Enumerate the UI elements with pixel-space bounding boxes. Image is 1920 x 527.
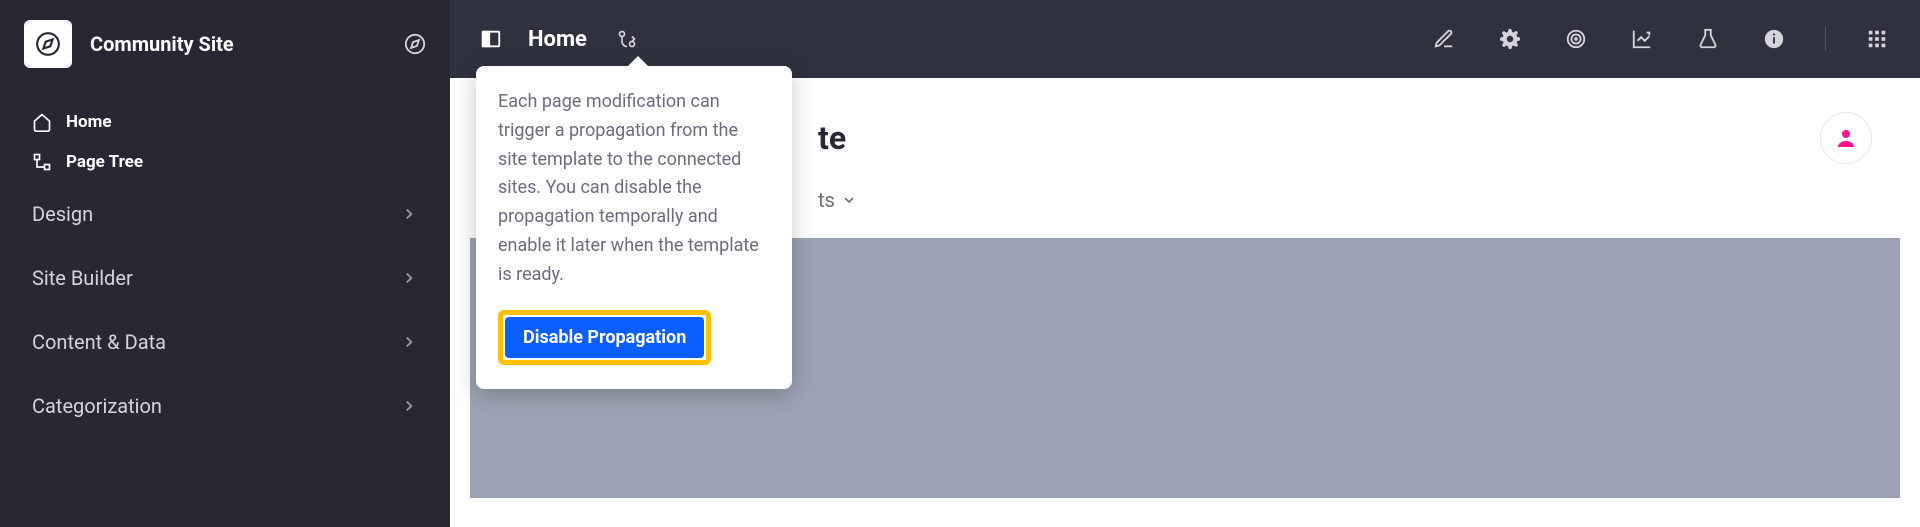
chevron-right-icon bbox=[400, 205, 418, 223]
compass-secondary-icon[interactable] bbox=[404, 33, 426, 55]
sidebar-nav: Home Page Tree Design Site Builder Conte… bbox=[0, 88, 450, 438]
section-label: Design bbox=[32, 202, 93, 226]
gear-icon[interactable] bbox=[1499, 28, 1521, 50]
popover-button-highlight: Disable Propagation bbox=[498, 310, 711, 365]
propagation-icon[interactable] bbox=[617, 29, 637, 49]
chevron-down-icon bbox=[841, 192, 857, 208]
home-icon bbox=[32, 112, 52, 132]
compass-icon bbox=[35, 31, 61, 57]
content-subheader[interactable]: ts bbox=[770, 182, 1920, 238]
nav-label: Home bbox=[66, 112, 112, 132]
content-title-fragment: te bbox=[818, 119, 846, 157]
flask-icon[interactable] bbox=[1697, 28, 1719, 50]
section-categorization[interactable]: Categorization bbox=[0, 374, 450, 438]
section-label: Content & Data bbox=[32, 330, 166, 354]
chevron-right-icon bbox=[400, 333, 418, 351]
nav-item-page-tree[interactable]: Page Tree bbox=[0, 142, 450, 182]
panel-toggle-icon[interactable] bbox=[480, 28, 502, 50]
nav-label: Page Tree bbox=[66, 152, 143, 172]
popover-text: Each page modification can trigger a pro… bbox=[498, 88, 770, 290]
nav-item-home[interactable]: Home bbox=[0, 102, 450, 142]
disable-propagation-button[interactable]: Disable Propagation bbox=[505, 317, 704, 358]
page-title: Home bbox=[528, 27, 587, 52]
page-tree-icon bbox=[32, 152, 52, 172]
chevron-right-icon bbox=[400, 269, 418, 287]
apps-grid-icon[interactable] bbox=[1866, 28, 1888, 50]
sidebar-header: Community Site bbox=[0, 0, 450, 88]
propagation-popover: Each page modification can trigger a pro… bbox=[476, 66, 792, 389]
analytics-icon[interactable] bbox=[1631, 28, 1653, 50]
section-site-builder[interactable]: Site Builder bbox=[0, 246, 450, 310]
site-title: Community Site bbox=[90, 32, 386, 56]
section-label: Categorization bbox=[32, 394, 162, 418]
avatar[interactable] bbox=[1820, 112, 1872, 164]
section-label: Site Builder bbox=[32, 266, 133, 290]
target-icon[interactable] bbox=[1565, 28, 1587, 50]
site-icon[interactable] bbox=[24, 20, 72, 68]
user-icon bbox=[1834, 126, 1858, 150]
divider bbox=[1825, 27, 1826, 51]
chevron-right-icon bbox=[400, 397, 418, 415]
section-design[interactable]: Design bbox=[0, 182, 450, 246]
sub-fragment: ts bbox=[818, 188, 835, 212]
edit-icon[interactable] bbox=[1433, 28, 1455, 50]
info-icon[interactable] bbox=[1763, 28, 1785, 50]
section-content-data[interactable]: Content & Data bbox=[0, 310, 450, 374]
sidebar: Community Site Home Page Tree Design Sit… bbox=[0, 0, 450, 527]
